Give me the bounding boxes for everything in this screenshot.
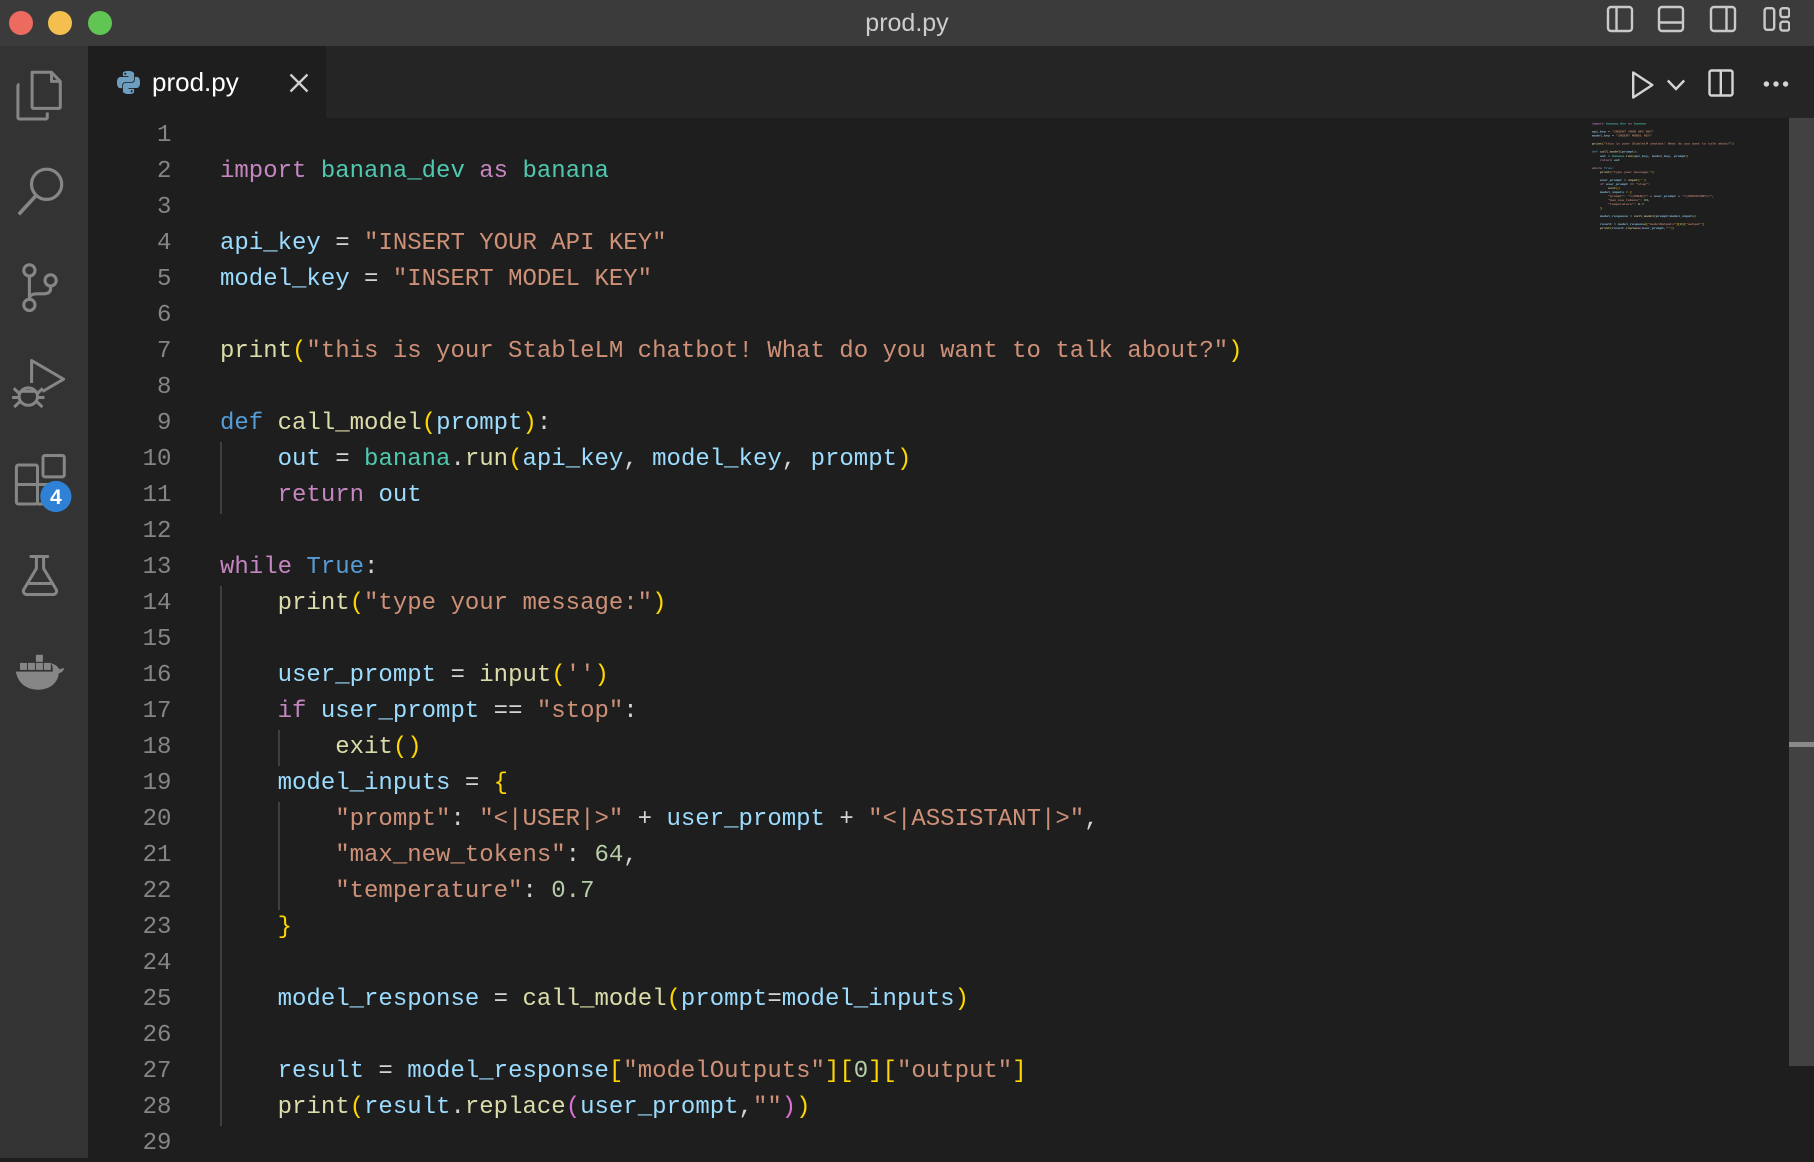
svg-text:4: 4	[50, 486, 62, 509]
